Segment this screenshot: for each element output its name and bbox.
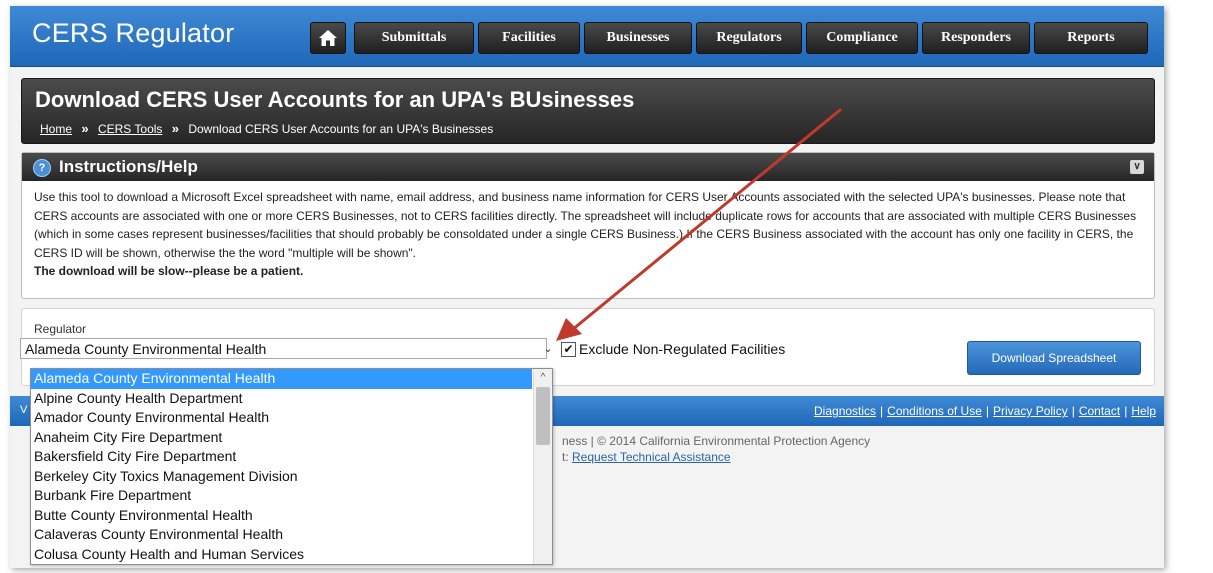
dropdown-option[interactable]: Bakersfield City Fire Department	[31, 447, 532, 467]
support-link[interactable]: Request Technical Assistance	[572, 450, 731, 464]
instructions-panel: ? Instructions/Help ∨ Use this tool to d…	[21, 152, 1155, 299]
download-spreadsheet-button[interactable]: Download Spreadsheet	[967, 341, 1141, 375]
breadcrumb: Home » CERS Tools » Download CERS User A…	[40, 121, 493, 136]
scroll-up-icon[interactable]: ^	[534, 369, 552, 387]
dropdown-option[interactable]: Calaveras County Environmental Health	[31, 525, 532, 545]
instructions-header[interactable]: ? Instructions/Help ∨	[22, 153, 1154, 181]
footer-link-privacy[interactable]: Privacy Policy	[993, 404, 1068, 418]
dropdown-option[interactable]: Alpine County Health Department	[31, 389, 532, 409]
support-prefix: t:	[562, 450, 569, 464]
page-header-panel: Download CERS User Accounts for an UPA's…	[21, 78, 1155, 144]
regulator-dropdown-list: Alameda County Environmental Health Alpi…	[30, 368, 553, 565]
breadcrumb-current: Download CERS User Accounts for an UPA's…	[188, 122, 494, 136]
page-frame: CERS Regulator Submittals Facilities Bus…	[10, 6, 1164, 568]
footer-links: Diagnostics | Conditions of Use | Privacy Po…	[814, 404, 1156, 418]
info-icon: ?	[33, 159, 51, 177]
nav-reports[interactable]: Reports	[1034, 22, 1148, 54]
exclude-checkbox[interactable]: ✔	[561, 341, 576, 357]
exclude-label: Exclude Non-Regulated Facilities	[579, 341, 786, 357]
nav-responders[interactable]: Responders	[922, 22, 1030, 54]
instructions-title: Instructions/Help	[59, 157, 198, 176]
nav-facilities[interactable]: Facilities	[478, 22, 580, 54]
nav-submittals[interactable]: Submittals	[354, 22, 474, 54]
page-title: Download CERS User Accounts for an UPA's…	[35, 87, 635, 112]
footer-link-help[interactable]: Help	[1131, 404, 1156, 418]
dropdown-option[interactable]: Burbank Fire Department	[31, 486, 532, 506]
top-nav-bar: CERS Regulator Submittals Facilities Bus…	[10, 6, 1164, 67]
instructions-note: The download will be slow--please be a p…	[34, 264, 304, 278]
dropdown-option[interactable]: Berkeley City Toxics Management Division	[31, 467, 532, 487]
home-icon	[319, 30, 337, 46]
nav-businesses[interactable]: Businesses	[584, 22, 692, 54]
footer-link-conditions[interactable]: Conditions of Use	[887, 404, 982, 418]
breadcrumb-separator: »	[81, 121, 89, 136]
instructions-body: Use this tool to download a Microsoft Ex…	[34, 188, 1140, 281]
breadcrumb-home-link[interactable]: Home	[40, 122, 72, 136]
regulator-label: Regulator	[34, 322, 87, 336]
copyright-text: ness | © 2014 California Environmental P…	[562, 434, 871, 448]
support-line: t: Request Technical Assistance	[562, 450, 731, 464]
collapse-icon[interactable]: ∨	[1130, 160, 1144, 174]
regulator-select[interactable]: Alameda County Environmental Health	[20, 338, 547, 359]
footer-link-contact[interactable]: Contact	[1079, 404, 1120, 418]
chevron-down-icon[interactable]: ⌄	[540, 340, 556, 358]
footer-left-text: V	[20, 404, 28, 416]
scrollbar-thumb[interactable]	[536, 387, 550, 445]
breadcrumb-tools-link[interactable]: CERS Tools	[98, 122, 162, 136]
dropdown-scrollbar[interactable]: ^	[533, 369, 552, 564]
nav-compliance[interactable]: Compliance	[806, 22, 918, 54]
breadcrumb-separator: »	[171, 121, 179, 136]
dropdown-option[interactable]: Amador County Environmental Health	[31, 408, 532, 428]
dropdown-option[interactable]: Anaheim City Fire Department	[31, 428, 532, 448]
dropdown-options: Alameda County Environmental Health Alpi…	[31, 369, 532, 564]
dropdown-option[interactable]: Alameda County Environmental Health	[31, 369, 532, 389]
dropdown-option[interactable]: Butte County Environmental Health	[31, 506, 532, 526]
home-button[interactable]	[310, 22, 346, 54]
app-brand[interactable]: CERS Regulator	[32, 18, 234, 49]
exclude-non-regulated-option[interactable]: ✔ Exclude Non-Regulated Facilities	[561, 341, 785, 357]
dropdown-option[interactable]: Colusa County Health and Human Services	[31, 545, 532, 565]
instructions-text: Use this tool to download a Microsoft Ex…	[34, 190, 1137, 260]
footer-link-diagnostics[interactable]: Diagnostics	[814, 404, 876, 418]
nav-regulators[interactable]: Regulators	[696, 22, 802, 54]
